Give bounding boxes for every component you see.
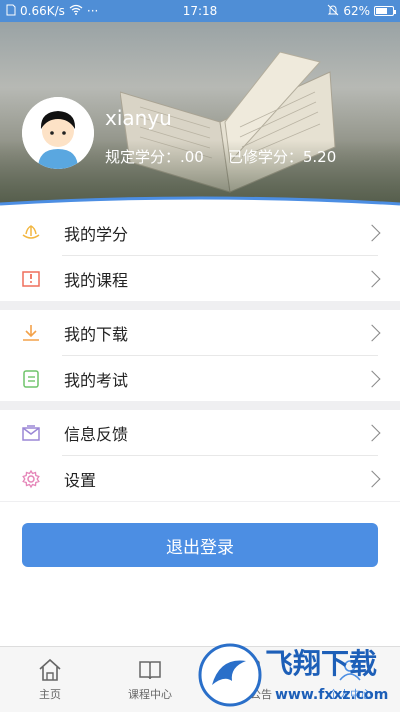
menu-label: 设置 <box>64 470 97 490</box>
home-icon <box>39 658 61 681</box>
mail-icon <box>20 422 42 444</box>
earned-credits: 已修学分：5.20 <box>227 148 337 166</box>
username: xianyu <box>105 106 172 130</box>
avatar[interactable] <box>22 97 94 169</box>
tab-course-center[interactable]: 课程中心 <box>100 647 200 712</box>
mute-icon <box>327 4 339 19</box>
menu-group-2: 我的下载 我的考试 <box>0 310 400 401</box>
chevron-right-icon <box>363 224 381 241</box>
tab-home[interactable]: 主页 <box>0 647 100 712</box>
menu-group-1: 我的学分 我的课程 <box>0 210 400 301</box>
battery-icon <box>374 6 396 16</box>
menu-item-my-courses[interactable]: 我的课程 <box>0 256 400 301</box>
more-indicator: ··· <box>86 4 99 18</box>
menu-item-settings[interactable]: 设置 <box>0 456 400 501</box>
chevron-right-icon <box>363 270 381 287</box>
required-credits: 规定学分：.00 <box>105 148 204 166</box>
chevron-right-icon <box>363 424 381 441</box>
chevron-right-icon <box>363 370 381 387</box>
exam-icon <box>20 368 42 390</box>
profile-header: xianyu 规定学分：.00 已修学分：5.20 <box>0 22 400 210</box>
menu-label: 我的下载 <box>64 324 129 344</box>
tab-label: 主页 <box>39 687 61 701</box>
menu-label: 我的课程 <box>64 270 129 290</box>
credits-row: 规定学分：.00 已修学分：5.20 <box>105 146 336 167</box>
status-bar: 0.66K/s ··· 17:18 62% <box>0 0 400 22</box>
wifi-icon <box>69 4 83 18</box>
download-icon <box>20 322 42 344</box>
menu-item-my-exams[interactable]: 我的考试 <box>0 356 400 401</box>
tab-label: 课程中心 <box>128 687 172 701</box>
network-speed: 0.66K/s <box>20 4 65 18</box>
menu-item-feedback[interactable]: 信息反馈 <box>0 410 400 455</box>
menu-label: 信息反馈 <box>64 424 129 444</box>
battery-percent: 62% <box>343 4 370 18</box>
lotus-icon <box>20 222 42 244</box>
chevron-right-icon <box>363 470 381 487</box>
chevron-right-icon <box>363 324 381 341</box>
watermark-url: www.fxxz.com <box>275 687 388 703</box>
menu-label: 我的学分 <box>64 224 129 244</box>
menu-item-my-credits[interactable]: 我的学分 <box>0 210 400 255</box>
sim-icon <box>6 4 16 19</box>
menu-label: 我的考试 <box>64 370 129 390</box>
menu-item-my-downloads[interactable]: 我的下载 <box>0 310 400 355</box>
header-wave <box>0 196 400 210</box>
course-book-icon <box>139 660 161 679</box>
gear-icon <box>20 468 42 490</box>
menu-group-3: 信息反馈 设置 <box>0 410 400 501</box>
watermark-title: 飞翔下载 <box>265 647 377 680</box>
logout-button[interactable]: 退出登录 <box>22 523 378 567</box>
watermark-logo: 飞翔下载 www.fxxz.com <box>190 635 400 712</box>
book-icon <box>20 268 42 290</box>
